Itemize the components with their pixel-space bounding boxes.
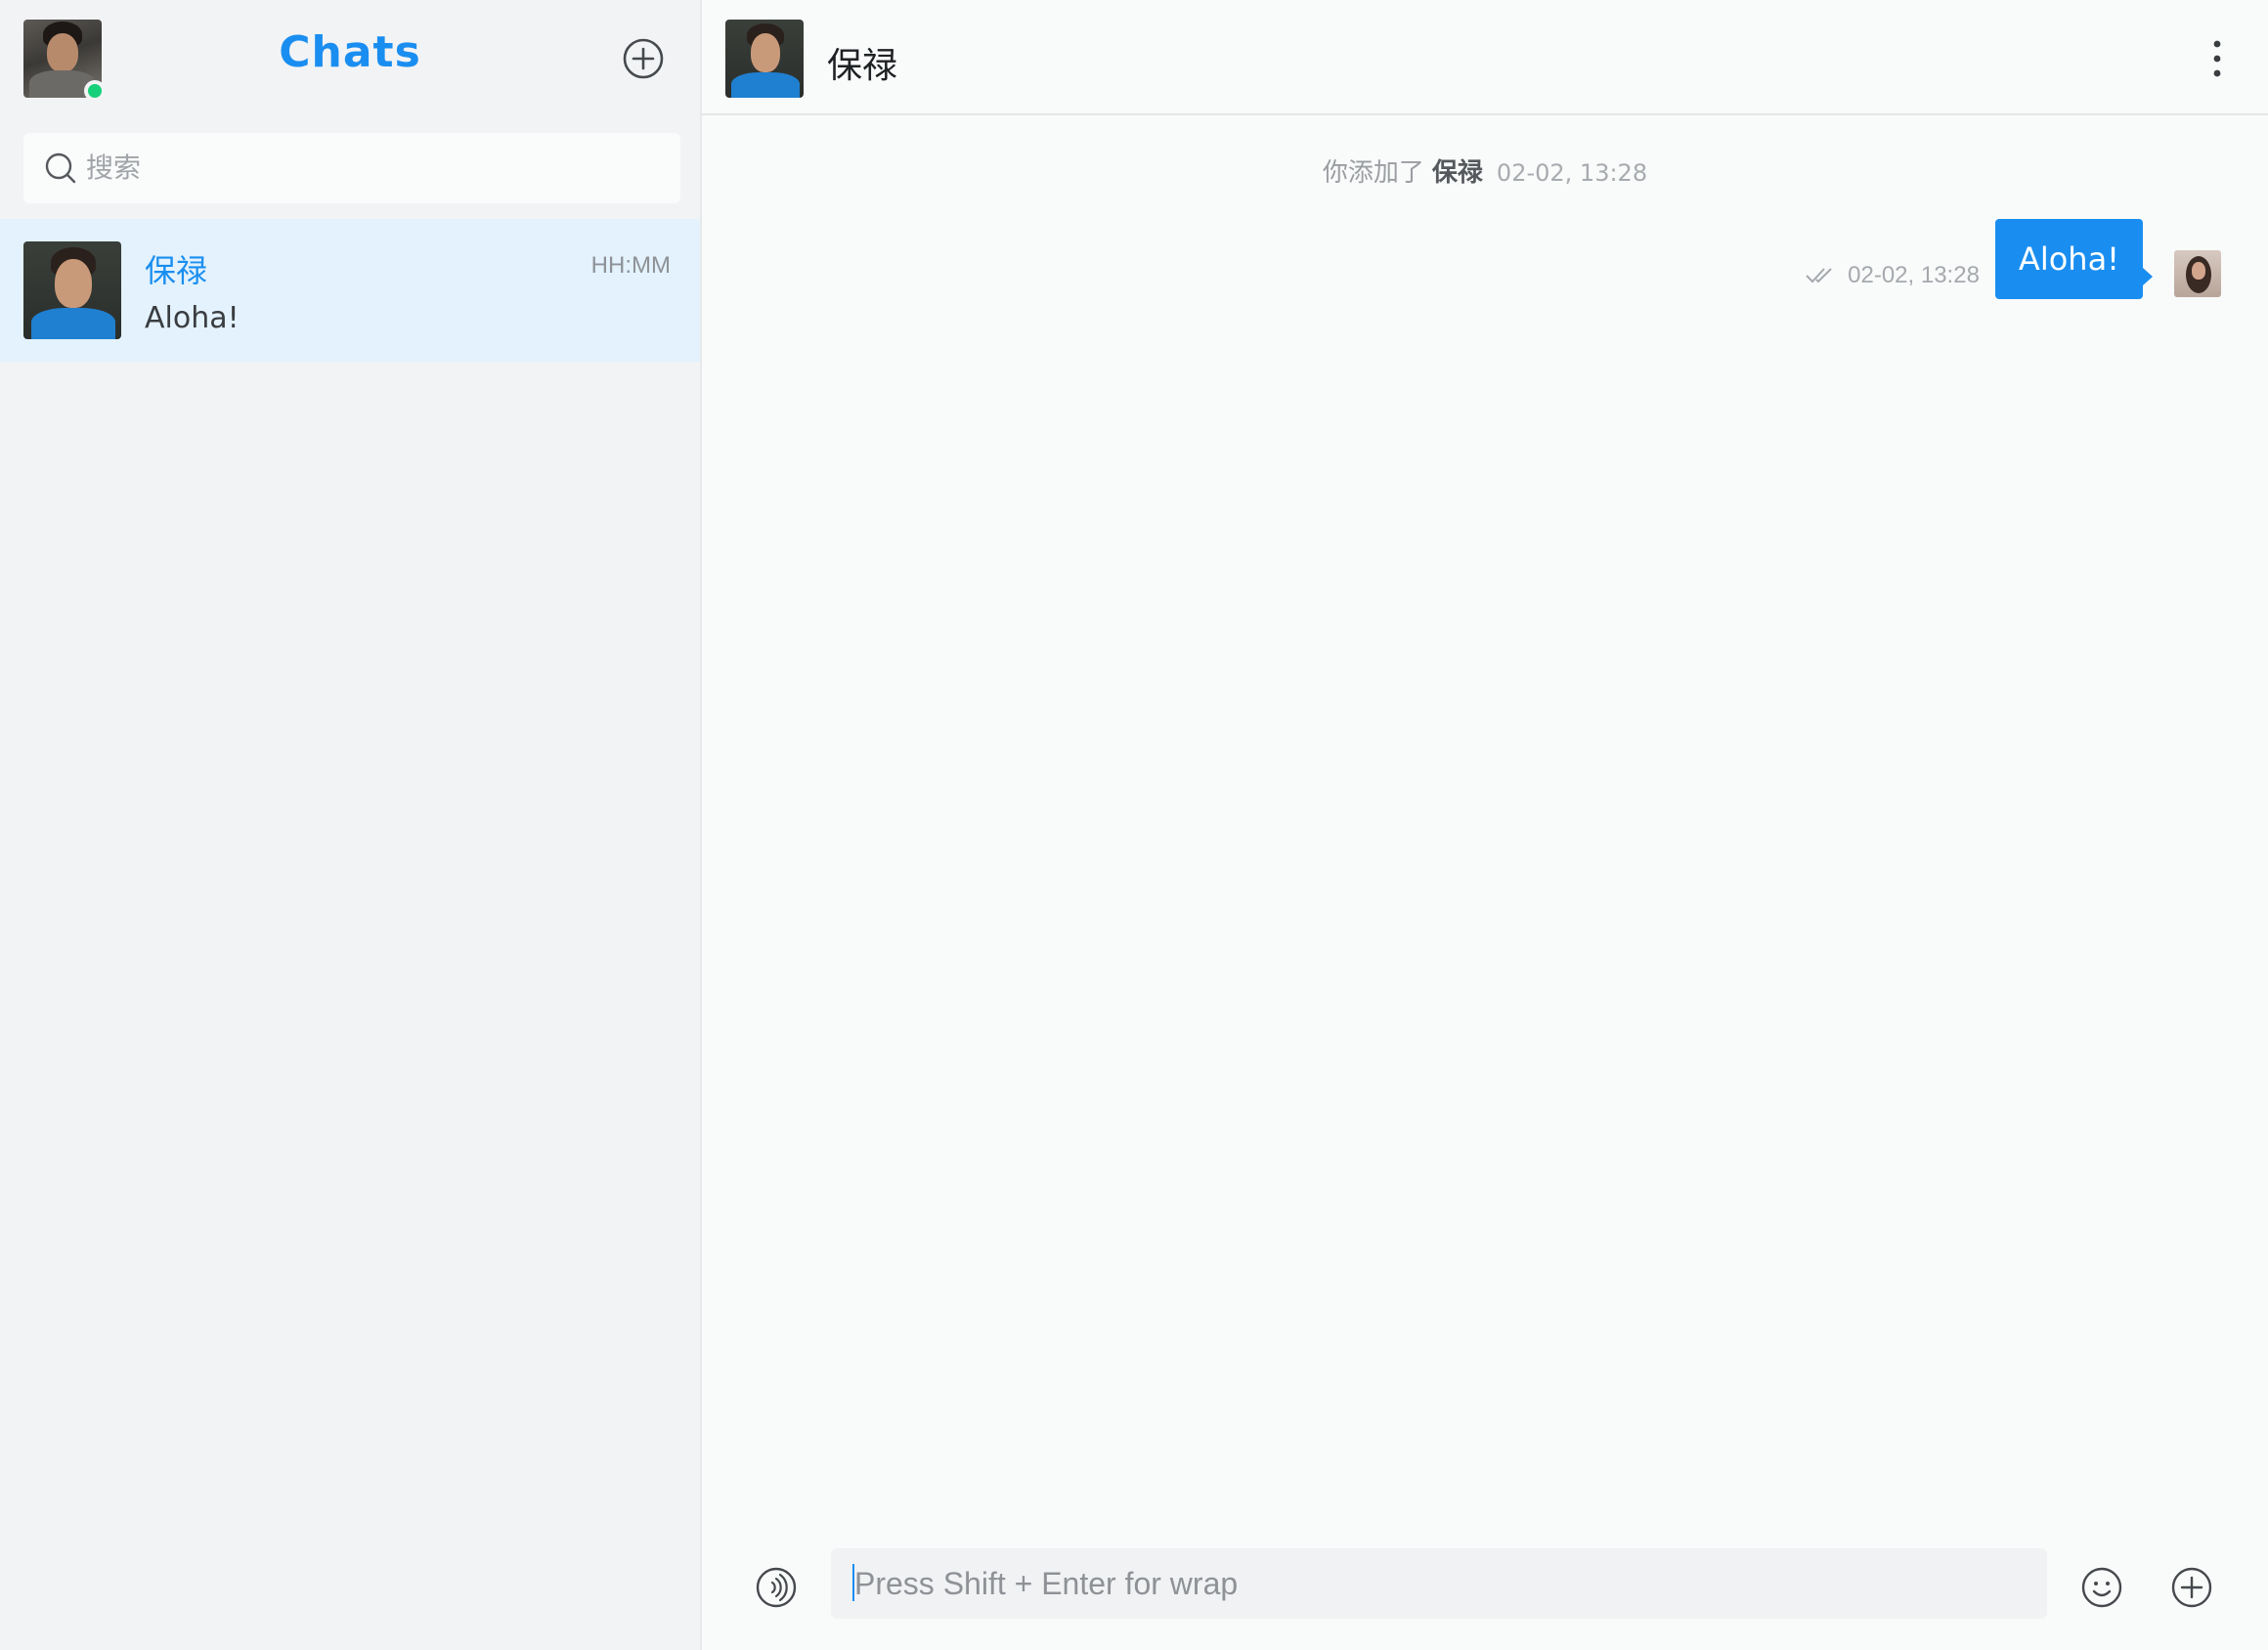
voice-icon[interactable] [755, 1566, 798, 1609]
sidebar: Chats 保禄 [0, 0, 702, 1650]
sidebar-header: Chats [0, 0, 700, 115]
message-meta: 02-02, 13:28 [1805, 262, 1980, 289]
system-message-contact: 保禄 [1431, 158, 1483, 188]
double-check-icon [1806, 268, 1832, 283]
text-caret [852, 1564, 854, 1601]
chat-list-item[interactable]: 保禄 Aloha! HH:MM [0, 219, 700, 362]
smiley-icon[interactable] [2080, 1566, 2123, 1609]
conversation-pane: 保禄 你添加了 保禄 02-02, 13:28 02-02, 13:28 Aloha… [702, 0, 2268, 1650]
conversation-header: 保禄 [702, 0, 2268, 115]
new-chat-icon[interactable] [622, 37, 665, 80]
chat-item-time: HH:MM [590, 252, 671, 279]
system-message-timestamp: 02-02, 13:28 [1496, 159, 1648, 187]
message-bubble[interactable]: Aloha! [1994, 219, 2154, 299]
contact-name[interactable]: 保禄 [827, 37, 897, 88]
vertical-dots-icon[interactable] [2211, 39, 2223, 78]
system-message-text: 你添加了 [1322, 158, 1424, 188]
search-box[interactable] [23, 133, 680, 203]
message-timestamp: 02-02, 13:28 [1848, 262, 1980, 288]
online-status-dot [84, 80, 106, 102]
chat-item-preview: Aloha! [145, 300, 240, 335]
message-input[interactable] [831, 1548, 2047, 1619]
message-composer [702, 1525, 2268, 1650]
search-input[interactable] [86, 152, 680, 184]
system-message: 你添加了 保禄 02-02, 13:28 [702, 152, 2268, 189]
app-window: Chats 保禄 [0, 0, 2268, 1650]
contact-avatar[interactable] [725, 20, 804, 98]
attach-plus-icon[interactable] [2170, 1566, 2213, 1609]
my-message-avatar [2174, 250, 2221, 297]
sidebar-title: Chats [279, 27, 421, 77]
message-row: 02-02, 13:28 Aloha! [1805, 219, 2221, 299]
search-icon [45, 152, 76, 184]
chat-list: 保禄 Aloha! HH:MM [0, 219, 700, 362]
contact-avatar [23, 241, 121, 339]
